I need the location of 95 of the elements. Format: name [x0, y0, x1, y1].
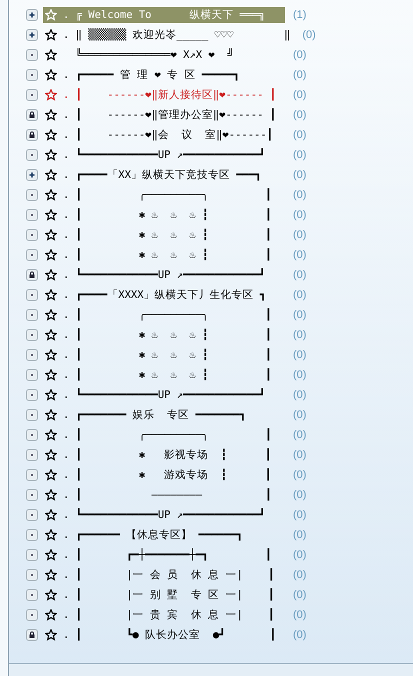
star-icon[interactable] [45, 389, 57, 401]
star-icon[interactable] [45, 229, 57, 241]
dot-node-icon[interactable] [26, 189, 38, 201]
star-icon[interactable] [45, 329, 57, 341]
dot-node-icon[interactable] [26, 509, 38, 521]
dot-node-icon[interactable] [26, 329, 38, 341]
post-count: (0) [293, 629, 306, 641]
dot-node-icon[interactable] [26, 149, 38, 161]
star-icon[interactable] [45, 549, 57, 561]
star-icon[interactable] [45, 629, 57, 641]
star-icon[interactable] [45, 109, 57, 121]
dot-node-icon[interactable] [26, 69, 38, 81]
post-count: (0) [293, 409, 306, 421]
star-icon[interactable] [45, 209, 57, 221]
post-count: (0) [293, 209, 306, 221]
star-icon[interactable] [45, 589, 57, 601]
post-count: (0) [293, 189, 306, 201]
dot-node-icon[interactable] [26, 229, 38, 241]
star-icon[interactable] [45, 409, 57, 421]
post-count: (0) [293, 169, 306, 181]
post-count: (0) [293, 509, 306, 521]
post-count: (0) [293, 369, 306, 381]
dot-node-icon[interactable] [26, 469, 38, 481]
expand-icon[interactable] [26, 29, 38, 41]
dot-node-icon[interactable] [26, 49, 38, 61]
post-count: (0) [293, 229, 306, 241]
post-count: (0) [293, 309, 306, 321]
star-icon[interactable] [45, 129, 57, 141]
star-icon[interactable] [45, 489, 57, 501]
star-icon[interactable] [45, 89, 57, 101]
star-icon[interactable] [45, 529, 57, 541]
post-count: (0) [293, 69, 306, 81]
post-count: (0) [293, 289, 306, 301]
dot-node-icon[interactable] [26, 529, 38, 541]
post-count: (0) [293, 569, 306, 581]
star-icon[interactable] [45, 249, 57, 261]
post-count: (0) [293, 429, 306, 441]
post-count: (0) [293, 489, 306, 501]
star-icon[interactable] [45, 509, 57, 521]
dot-node-icon[interactable] [26, 429, 38, 441]
dot-node-icon[interactable] [26, 349, 38, 361]
star-icon[interactable] [45, 569, 57, 581]
post-count: (0) [293, 269, 306, 281]
star-icon[interactable] [45, 289, 57, 301]
expand-icon[interactable] [26, 169, 38, 181]
post-count: (0) [293, 589, 306, 601]
star-icon[interactable] [45, 449, 57, 461]
post-count: (0) [293, 249, 306, 261]
dot-node-icon[interactable] [26, 609, 38, 621]
post-count: (0) [293, 89, 306, 101]
dot-node-icon[interactable] [26, 589, 38, 601]
post-count: (0) [293, 349, 306, 361]
dot-node-icon[interactable] [26, 369, 38, 381]
star-icon[interactable] [45, 149, 57, 161]
dot-node-icon[interactable] [26, 389, 38, 401]
dot-node-icon[interactable] [26, 489, 38, 501]
lock-icon[interactable] [26, 109, 38, 121]
star-icon[interactable] [45, 29, 57, 41]
post-count: (0) [293, 389, 306, 401]
post-count: (0) [302, 29, 316, 41]
star-icon[interactable] [45, 429, 57, 441]
star-icon[interactable] [45, 469, 57, 481]
post-count: (0) [293, 149, 306, 161]
post-count: (0) [293, 49, 306, 61]
dot-node-icon[interactable] [26, 289, 38, 301]
dot-node-icon[interactable] [26, 549, 38, 561]
post-count: (0) [293, 529, 306, 541]
lock-icon[interactable] [26, 629, 38, 641]
dot-node-icon[interactable] [26, 569, 38, 581]
post-count: (0) [293, 329, 306, 341]
star-icon[interactable] [45, 69, 57, 81]
post-count: (0) [293, 109, 306, 121]
post-count: (0) [293, 129, 306, 141]
dot-node-icon[interactable] [26, 89, 38, 101]
star-icon[interactable] [45, 49, 57, 61]
lock-icon[interactable] [26, 269, 38, 281]
dot-node-icon[interactable] [26, 409, 38, 421]
star-icon[interactable] [45, 309, 57, 321]
star-icon[interactable] [45, 609, 57, 621]
dot-node-icon[interactable] [26, 209, 38, 221]
star-icon[interactable] [45, 269, 57, 281]
star-icon[interactable] [45, 349, 57, 361]
post-count: (0) [293, 469, 306, 481]
post-count: (0) [293, 549, 306, 561]
post-count: (0) [293, 449, 306, 461]
post-count: (1) [293, 9, 306, 21]
dot-node-icon[interactable] [26, 449, 38, 461]
dot-node-icon[interactable] [26, 249, 38, 261]
lock-icon[interactable] [26, 129, 38, 141]
star-icon[interactable] [45, 169, 57, 181]
star-icon[interactable] [45, 189, 57, 201]
post-count: (0) [293, 609, 306, 621]
expand-icon[interactable] [26, 9, 38, 21]
star-icon[interactable] [45, 369, 57, 381]
dot-node-icon[interactable] [26, 309, 38, 321]
